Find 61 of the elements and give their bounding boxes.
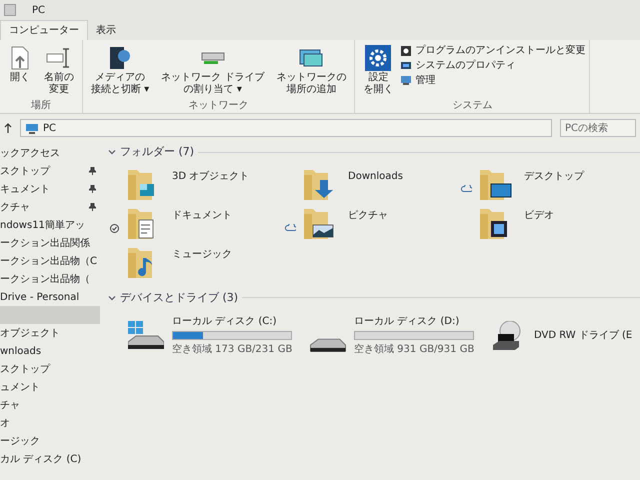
nav-item[interactable]: ュメント [0,378,100,396]
section-heading[interactable]: フォルダー (7) [120,144,194,160]
ribbon-button[interactable]: プログラムのアンインストールと変更 [401,44,586,57]
ribbon-button[interactable]: 名前の 変更 [40,44,78,96]
drive-tile[interactable]: ローカル ディスク (C:) 空き領域 173 GB/231 GB [128,314,300,357]
address-field[interactable]: PC [20,119,552,137]
nav-item[interactable]: クチャ [0,198,100,216]
folder-monitor-icon [480,168,512,200]
ribbon-tab[interactable]: コンピューター [0,20,88,40]
nav-item[interactable]: ndows11簡単アッ [0,216,100,234]
chevron-down-icon[interactable] [108,294,116,302]
ribbon-button[interactable]: システムのプロパティ [401,59,586,72]
folder-tile[interactable]: ピクチャ [304,208,388,238]
window-title: PC [32,4,46,18]
up-arrow-icon[interactable] [4,123,12,133]
folder-tile[interactable]: デスクトップ [480,168,584,200]
nav-item[interactable]: wnloads [0,342,100,360]
nav-item[interactable]: チャ [0,396,100,414]
ribbon-button[interactable]: ネットワーク ドライブ の割り当て ▾ [157,44,268,96]
nav-item[interactable]: キュメント [0,180,100,198]
nav-item[interactable]: ークション出品物（ [0,270,100,288]
folder-tile[interactable]: ミュージック [128,246,232,278]
folder-tile[interactable]: ドキュメント [128,208,232,238]
search-field[interactable]: PCの検索 [560,119,636,137]
computer-icon [401,76,412,85]
nav-item[interactable]: ックアクセス [0,144,100,162]
drive-icon [200,52,225,64]
ribbon-button[interactable]: ネットワークの 場所の追加 [272,44,350,96]
folder-picture-icon [304,208,336,238]
monitor-icon [401,62,412,69]
nav-item[interactable]: オブジェクト [0,324,100,342]
folder-tile[interactable]: Downloads [304,168,403,200]
nav-item[interactable]: Drive - Personal [0,288,100,306]
ribbon-button[interactable]: 設定 を開く [359,44,398,96]
section-heading[interactable]: デバイスとドライブ (3) [120,290,238,306]
nav-item[interactable]: ークション出品関係 [0,234,100,252]
drive-tile[interactable]: DVD RW ドライブ (E [492,314,640,357]
settings-icon [365,45,392,71]
ribbon-button[interactable]: 開く [4,44,36,84]
group-label: システム [451,99,494,113]
ribbon-button[interactable]: メディアの 接続と切断 ▾ [87,44,154,96]
group-label: 場所 [30,98,52,113]
computer-tower-icon [109,46,132,70]
chevron-down-icon[interactable] [108,148,116,156]
nav-item[interactable]: カル ディスク (C) [0,450,100,468]
ribbon-tab[interactable]: 表示 [88,20,124,40]
nav-item[interactable]: スクトップ [0,360,100,378]
nav-item[interactable]: オ [0,414,100,432]
folder-tile[interactable]: 3D オブジェクト [128,168,250,200]
app-icon [4,4,16,16]
box-icon [401,46,412,56]
nav-item[interactable]: ークション出品物（C [0,252,100,270]
breadcrumb-item[interactable]: PC [43,120,56,136]
nav-item[interactable]: ージック [0,432,100,450]
nav-item[interactable]: スクトップ [0,162,100,180]
group-label: ネットワーク [188,99,250,113]
drive-tile[interactable]: ローカル ディスク (D:) 空き領域 931 GB/931 GB [310,314,482,357]
folder-tile[interactable]: ビデオ [480,208,554,238]
ribbon-button[interactable]: 管理 [401,74,586,87]
computer-icon [25,122,39,134]
monitors-icon [299,49,324,67]
